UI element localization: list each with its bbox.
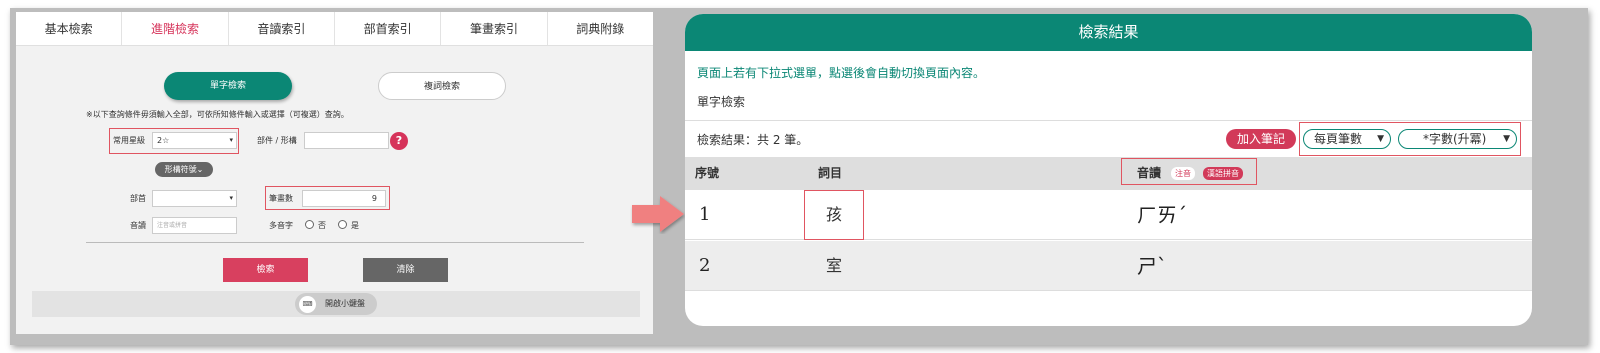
arrow-right-icon bbox=[632, 196, 684, 232]
row-entry-link[interactable]: 孩 bbox=[826, 190, 842, 240]
tab-bar: 基本檢索 進階檢索 音讀索引 部首索引 筆畫索引 詞典附錄 bbox=[16, 12, 653, 46]
freq-label: 常用星級 bbox=[113, 136, 145, 145]
row-number: 1 bbox=[699, 204, 711, 225]
pinyin-toggle[interactable]: 漢語拼音 bbox=[1203, 167, 1243, 180]
table-row[interactable]: 1 孩 ㄏㄞˊ bbox=[685, 190, 1532, 240]
open-keyboard-button[interactable]: ⌨ 開啟小鍵盤 bbox=[295, 293, 377, 315]
chevron-down-icon: ▼ bbox=[1503, 134, 1510, 144]
results-panel: 檢索結果 頁面上若有下拉式選單，點選後會自動切換頁面內容。 單字檢索 檢索結果：… bbox=[685, 14, 1532, 326]
sort-value: *字數(升冪) bbox=[1423, 132, 1487, 146]
results-header: 檢索結果 bbox=[685, 14, 1532, 51]
row-number: 2 bbox=[699, 255, 711, 276]
chevron-down-icon: ⌄ bbox=[196, 165, 204, 174]
keyboard-icon: ⌨ bbox=[299, 296, 316, 313]
reading-input[interactable]: 注音或拼音 bbox=[152, 217, 237, 234]
search-button[interactable]: 檢索 bbox=[223, 258, 308, 282]
reading-label: 音讀 bbox=[130, 221, 146, 230]
shape-symbols-label: 形構符號 bbox=[164, 165, 197, 174]
search-mode-row: 單字檢索 複詞檢索 bbox=[16, 72, 653, 100]
chevron-down-icon: ▾ bbox=[229, 194, 233, 202]
polyphone-no-radio[interactable] bbox=[305, 220, 314, 229]
table-row[interactable]: 2 室 ㄕˋ bbox=[685, 241, 1532, 291]
tab-basic-search[interactable]: 基本檢索 bbox=[16, 12, 123, 45]
chevron-down-icon: ▼ bbox=[1377, 134, 1384, 144]
tab-appendix[interactable]: 詞典附錄 bbox=[548, 12, 653, 45]
results-table-header: 序號 詞目 音讀 注音 漢語拼音 bbox=[685, 157, 1532, 190]
strokes-label: 筆畫數 bbox=[269, 194, 293, 203]
tab-advanced-search[interactable]: 進階檢索 bbox=[122, 12, 229, 45]
results-count: 檢索結果：共 2 筆。 bbox=[697, 133, 809, 147]
compound-word-search-button[interactable]: 複詞檢索 bbox=[378, 72, 506, 100]
clear-button[interactable]: 清除 bbox=[363, 258, 448, 282]
single-char-search-button[interactable]: 單字檢索 bbox=[164, 72, 292, 100]
dropdown-info-text: 頁面上若有下拉式選單，點選後會自動切換頁面內容。 bbox=[697, 66, 986, 80]
polyphone-label: 多音字 bbox=[269, 221, 293, 230]
component-input[interactable] bbox=[304, 132, 389, 149]
polyphone-no-label: 否 bbox=[318, 221, 326, 230]
chevron-down-icon: ▾ bbox=[229, 136, 233, 144]
zhuyin-toggle[interactable]: 注音 bbox=[1171, 167, 1195, 180]
col-number: 序號 bbox=[695, 166, 720, 180]
keyboard-bar: ⌨ 開啟小鍵盤 bbox=[32, 291, 640, 317]
component-label: 部件 / 形構 bbox=[257, 136, 297, 145]
row-zhuyin: ㄏㄞˊ bbox=[1137, 203, 1187, 227]
form-divider bbox=[86, 242, 584, 243]
freq-select-value: 2☆ bbox=[157, 136, 170, 145]
radical-label: 部首 bbox=[130, 194, 146, 203]
tab-radical-index[interactable]: 部首索引 bbox=[335, 12, 442, 45]
help-icon[interactable]: ? bbox=[390, 132, 408, 150]
per-page-value: 每頁筆數 bbox=[1314, 132, 1363, 146]
shape-symbols-button[interactable]: 形構符號⌄ bbox=[155, 162, 213, 177]
col-reading: 音讀 bbox=[1137, 166, 1162, 180]
results-subtitle: 單字檢索 bbox=[697, 95, 746, 109]
polyphone-yes-label: 是 bbox=[351, 221, 359, 230]
row-entry-link[interactable]: 室 bbox=[826, 241, 842, 291]
results-separator bbox=[685, 120, 1532, 121]
polyphone-yes-radio[interactable] bbox=[338, 220, 347, 229]
col-entry: 詞目 bbox=[818, 166, 843, 180]
open-keyboard-label: 開啟小鍵盤 bbox=[325, 299, 365, 308]
search-instructions: ※以下查詢條件毋須輸入全部，可依所知條件輸入或選擇（可複選）查詢。 bbox=[86, 110, 349, 119]
search-form-panel: 基本檢索 進階檢索 音讀索引 部首索引 筆畫索引 詞典附錄 單字檢索 複詞檢索 … bbox=[16, 12, 653, 334]
freq-select[interactable]: 2☆ ▾ bbox=[152, 132, 237, 149]
row-zhuyin: ㄕˋ bbox=[1137, 254, 1167, 278]
sort-select[interactable]: *字數(升冪) ▼ bbox=[1398, 129, 1517, 149]
strokes-input[interactable]: 9 bbox=[302, 190, 386, 207]
per-page-select[interactable]: 每頁筆數 ▼ bbox=[1303, 129, 1391, 149]
add-to-notes-button[interactable]: 加入筆記 bbox=[1226, 129, 1296, 149]
tab-reading-index[interactable]: 音讀索引 bbox=[229, 12, 335, 45]
radical-select[interactable]: ▾ bbox=[152, 190, 237, 207]
tab-stroke-index[interactable]: 筆畫索引 bbox=[441, 12, 548, 45]
